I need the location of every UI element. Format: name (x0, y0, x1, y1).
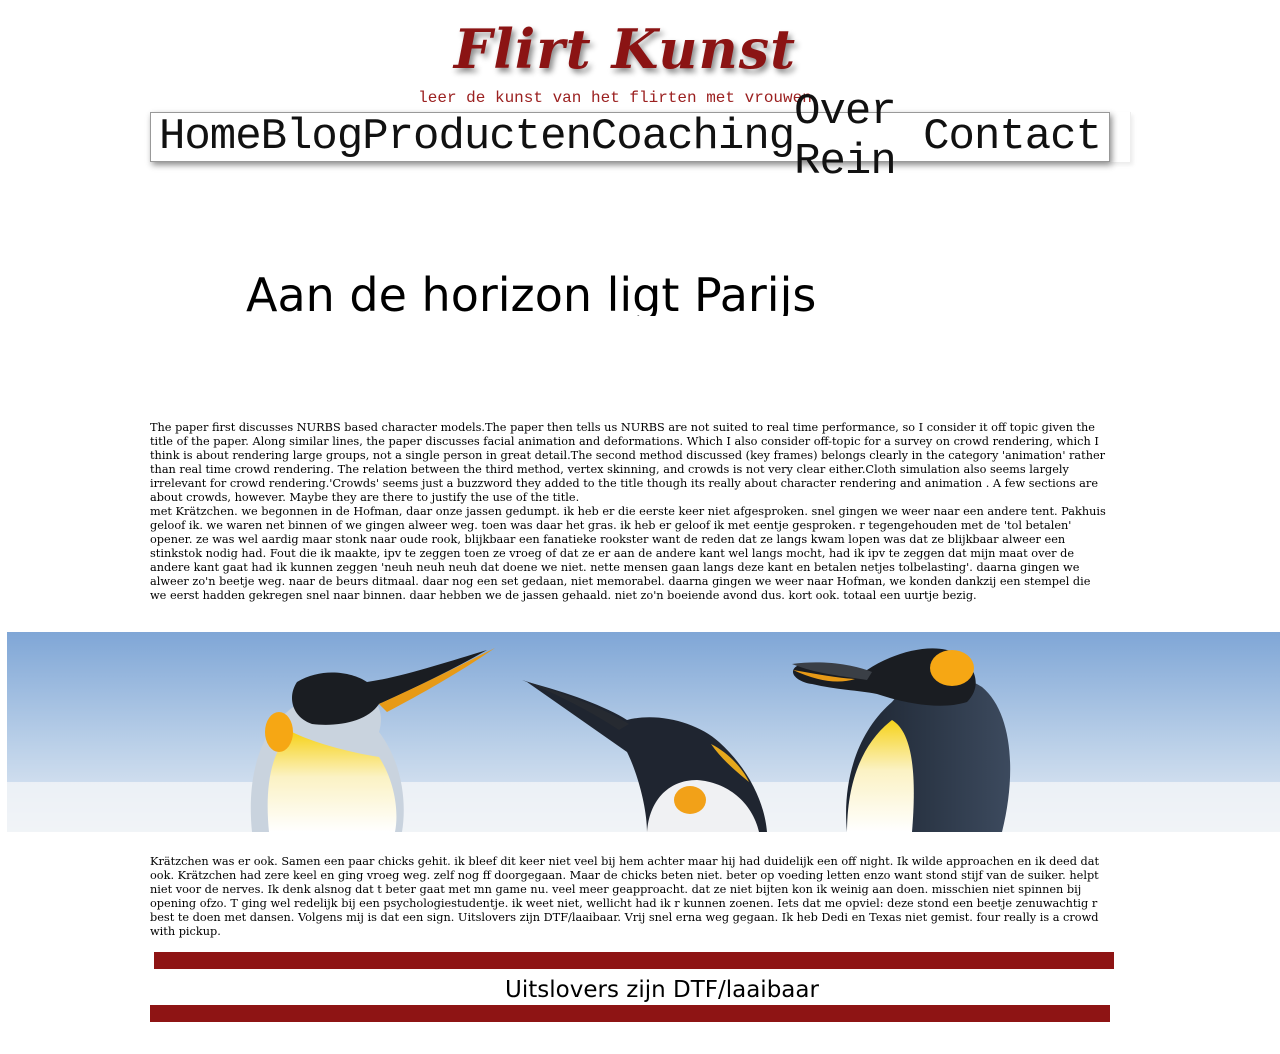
post-title: Aan de horizon ligt Parijs (246, 268, 817, 316)
pull-quote: Uitslovers zijn DTF/laaibaar (505, 977, 819, 1003)
site-title[interactable]: Flirt Kunst (0, 14, 1250, 84)
post-paragraph: met Krätzchen. we begonnen in de Hofman,… (150, 505, 1106, 602)
post-body-top: The paper first discusses NURBS based ch… (150, 421, 1110, 603)
nav-item-over-rein[interactable]: Over Rein (794, 87, 923, 187)
quote-divider-bottom (150, 1005, 1110, 1022)
nav-item-coaching[interactable]: Coaching (591, 112, 795, 162)
penguins-image (7, 632, 1280, 832)
nav-shadow-edge (1110, 112, 1131, 162)
nav-item-blog[interactable]: Blog (261, 112, 364, 162)
site-tagline: leer de kunst van het flirten met vrouwe… (418, 89, 812, 107)
quote-divider-top (154, 952, 1114, 969)
nav-item-home[interactable]: Home (159, 112, 262, 162)
post-paragraph: The paper first discusses NURBS based ch… (150, 421, 1106, 504)
nav-item-producten[interactable]: Producten (362, 112, 592, 162)
post-paragraph: Krätzchen was er ook. Samen een paar chi… (150, 855, 1100, 938)
main-navigation: Home Blog Producten Coaching Over Rein C… (150, 87, 1110, 187)
post-body-bottom: Krätzchen was er ook. Samen een paar chi… (150, 855, 1110, 939)
nav-item-contact[interactable]: Contact (923, 112, 1102, 162)
